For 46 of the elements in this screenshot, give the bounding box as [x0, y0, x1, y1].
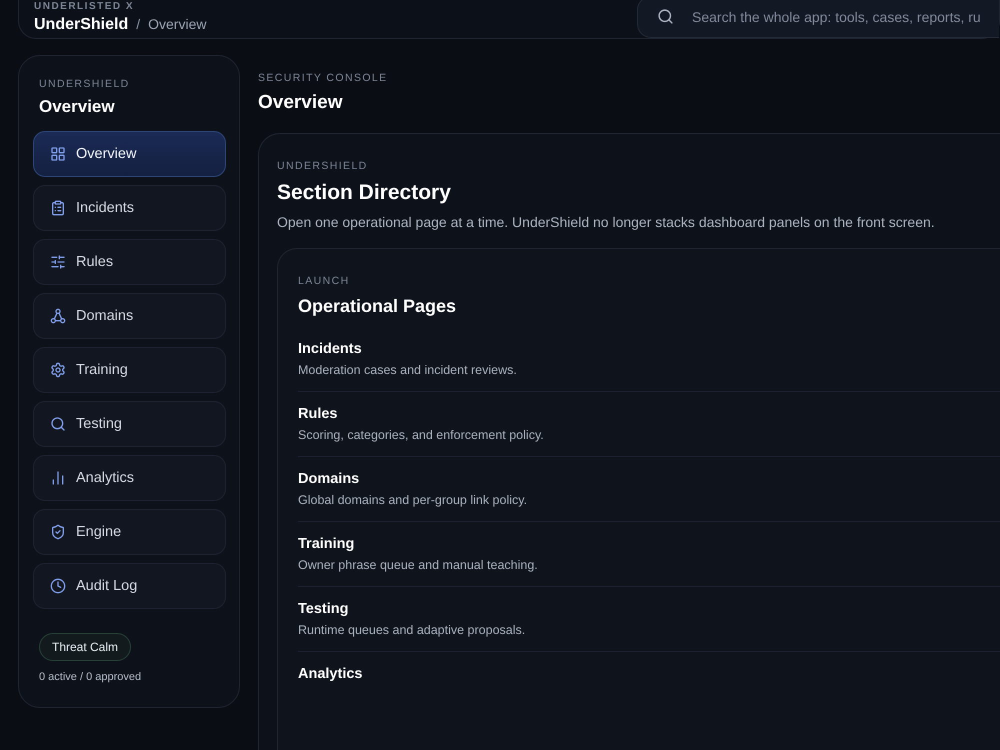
card-title: Section Directory [277, 181, 452, 205]
card-eyebrow: UNDERSHIELD [277, 160, 369, 172]
launch-title: Operational Pages [298, 296, 458, 317]
sidebar-item[interactable]: Audit Log [33, 563, 226, 609]
page-link-title[interactable]: Training [298, 536, 1000, 552]
page-link-description: Owner phrase queue and manual teaching. [298, 558, 539, 572]
nodes-icon [50, 308, 66, 324]
workspace-label: UNDERLISTED X [34, 1, 136, 12]
clipboard-icon [50, 200, 66, 216]
sidebar-item[interactable]: Rules [33, 239, 226, 285]
sidebar-item[interactable]: Domains [33, 293, 226, 339]
breadcrumb-item: Overview [148, 16, 206, 32]
shield-icon [50, 524, 66, 540]
sidebar-item[interactable]: Analytics [33, 455, 226, 501]
sidebar-title: Overview [39, 97, 116, 117]
sidebar-item[interactable]: Incidents [33, 185, 226, 231]
page-eyebrow: SECURITY CONSOLE [258, 72, 389, 84]
page-link-description: Scoring, categories, and enforcement policy. [298, 428, 545, 442]
page-link-title[interactable]: Testing [298, 601, 1000, 617]
page-link-title[interactable]: Rules [298, 406, 1000, 422]
card-description: Open one operational page at a time. UnderShield no longer stacks dashboard panels on the front screen. [277, 214, 936, 230]
page-title: Overview [258, 92, 344, 114]
launch-eyebrow: LAUNCH [298, 275, 351, 287]
sidebar-eyebrow: UNDERSHIELD [39, 78, 131, 90]
sliders-icon [50, 254, 66, 270]
sidebar-item[interactable]: Testing [33, 401, 226, 447]
page-link-title[interactable]: Analytics [298, 666, 1000, 682]
grid-icon [50, 146, 66, 162]
page-link-title[interactable]: Domains [298, 471, 1000, 487]
breadcrumb-separator: / [136, 16, 140, 32]
search-icon [657, 8, 674, 25]
page-link-description: Moderation cases and incident reviews. [298, 363, 518, 377]
page-link-description: Runtime queues and adaptive proposals. [298, 623, 526, 637]
bar-chart-icon [50, 470, 66, 486]
page-link-description: Global domains and per-group link policy. [298, 493, 528, 507]
brand-name: UnderShield [34, 16, 128, 34]
sidebar-item[interactable]: Engine [33, 509, 226, 555]
sidebar-item[interactable]: Overview [33, 131, 226, 177]
search-field[interactable]: Search the whole app: tools, cases, reports, ru [637, 0, 999, 38]
page-link-title[interactable]: Incidents [298, 341, 1000, 357]
status-badge: Threat Calm [39, 633, 132, 661]
clock-icon [50, 578, 66, 594]
settings-icon [50, 362, 66, 378]
status-text: 0 active / 0 approved [39, 671, 142, 683]
sidebar-item[interactable]: Training [33, 347, 226, 393]
search-icon [50, 416, 66, 432]
